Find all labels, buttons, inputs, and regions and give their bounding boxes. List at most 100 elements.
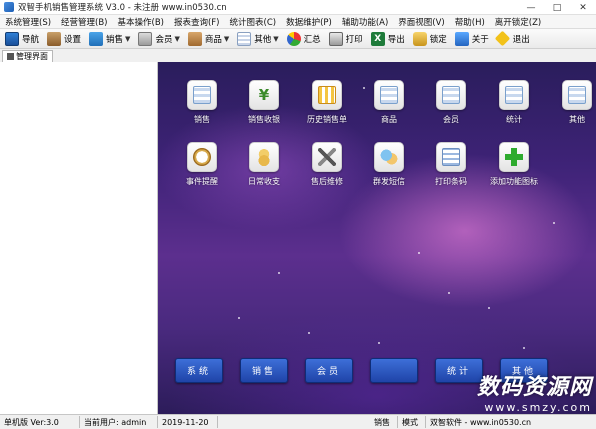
toolbar-other-button[interactable]: 其他 ▼ (234, 30, 281, 48)
toolbar-label: 关于 (471, 34, 489, 45)
tile-repair[interactable]: 售后维修 (292, 142, 362, 187)
sales-icon (89, 31, 104, 46)
tile-member[interactable]: 会员 (416, 80, 486, 125)
tile-label: 商品 (381, 115, 397, 124)
tile-statistics[interactable]: 统计 (479, 80, 549, 125)
tab-strip: 管理界面 (0, 50, 596, 62)
tile-label: 历史销售单 (307, 115, 347, 124)
tile-button[interactable] (187, 80, 217, 110)
tile-button[interactable] (187, 142, 217, 172)
tile-button[interactable] (499, 142, 529, 172)
menu-reports[interactable]: 报表查询(F) (169, 16, 225, 28)
maximize-button[interactable]: □ (544, 0, 570, 15)
star-decoration (278, 272, 280, 274)
menu-help[interactable]: 帮助(H) (450, 16, 490, 28)
tile-cashier[interactable]: ¥ 销售收银 (229, 80, 299, 125)
tile-button[interactable] (249, 142, 279, 172)
window-controls: — □ ✕ (518, 0, 596, 15)
toolbar-navigation-button[interactable]: 导航 (2, 30, 42, 48)
toolbar-settings-button[interactable]: 设置 (44, 30, 84, 48)
bottom-goods-button[interactable] (370, 358, 418, 383)
dropdown-arrow-icon[interactable]: ▼ (273, 35, 278, 43)
menu-view[interactable]: 界面视图(V) (393, 16, 449, 28)
menu-system[interactable]: 系统管理(S) (0, 16, 56, 28)
status-sales: 销售 (370, 416, 398, 428)
tile-add-function[interactable]: 添加功能图标 (479, 142, 549, 187)
status-mode: 模式 (398, 416, 426, 428)
toolbar-member-button[interactable]: 会员 ▼ (135, 30, 182, 48)
close-button[interactable]: ✕ (570, 0, 596, 15)
toolbar-export-button[interactable]: X 导出 (368, 30, 408, 48)
menu-basic-operations[interactable]: 基本操作(B) (113, 16, 169, 28)
bottom-statistics-button[interactable]: 统计 (435, 358, 483, 383)
tile-label: 添加功能图标 (490, 177, 538, 186)
dropdown-arrow-icon[interactable]: ▼ (125, 35, 130, 43)
tile-button[interactable]: ¥ (249, 80, 279, 110)
menu-charts[interactable]: 统计图表(C) (225, 16, 282, 28)
tile-daily-income[interactable]: 日常收支 (229, 142, 299, 187)
main-workspace: 销售 ¥ 销售收银 历史销售单 商品 会员 统计 其他 事件提醒 日常收支 售后… (158, 62, 596, 414)
tile-button[interactable] (374, 80, 404, 110)
toolbar-label: 会员 (155, 34, 173, 45)
menu-auxiliary[interactable]: 辅助功能(A) (337, 16, 393, 28)
tile-sms[interactable]: 群发短信 (354, 142, 424, 187)
tile-other[interactable]: 其他 (542, 80, 596, 125)
tile-button[interactable] (312, 142, 342, 172)
tile-button[interactable] (374, 142, 404, 172)
menu-bar: 系统管理(S) 经营管理(B) 基本操作(B) 报表查询(F) 统计图表(C) … (0, 15, 596, 29)
bottom-other-button[interactable]: 其他 (500, 358, 548, 383)
tile-label: 销售 (194, 115, 210, 124)
toolbar-label: 其他 (254, 34, 272, 45)
toolbar-label: 销售 (106, 34, 124, 45)
settings-icon (47, 31, 62, 46)
tile-history-orders[interactable]: 历史销售单 (292, 80, 362, 125)
dropdown-arrow-icon[interactable]: ▼ (174, 35, 179, 43)
watermark-url: www.smzy.com (484, 401, 592, 414)
minimize-button[interactable]: — (518, 0, 544, 15)
tab-management[interactable]: 管理界面 (2, 50, 53, 62)
tile-reminder[interactable]: 事件提醒 (167, 142, 237, 187)
menu-business[interactable]: 经营管理(B) (56, 16, 112, 28)
toolbar-print-button[interactable]: 打印 (326, 30, 366, 48)
tile-button[interactable] (562, 80, 592, 110)
status-spacer (218, 416, 370, 428)
menu-data-maintenance[interactable]: 数据维护(P) (281, 16, 337, 28)
daily-income-coins-icon (255, 148, 273, 166)
toolbar: 导航 设置 销售 ▼ 会员 ▼ 商品 ▼ 其他 ▼ 汇总 打印 X 导出 锁定 (0, 29, 596, 49)
toolbar-label: 锁定 (429, 34, 447, 45)
toolbar-label: 打印 (345, 34, 363, 45)
star-decoration (378, 342, 380, 344)
tile-button[interactable] (436, 80, 466, 110)
dropdown-arrow-icon[interactable]: ▼ (224, 35, 229, 43)
menu-leave-lock[interactable]: 离开锁定(Z) (490, 16, 546, 28)
toolbar-about-button[interactable]: 关于 (452, 30, 492, 48)
tile-label: 其他 (569, 115, 585, 124)
toolbar-goods-button[interactable]: 商品 ▼ (185, 30, 232, 48)
other-icon (237, 31, 252, 46)
toolbar-sales-button[interactable]: 销售 ▼ (86, 30, 133, 48)
tile-label: 事件提醒 (186, 177, 218, 186)
toolbar-label: 汇总 (303, 34, 321, 45)
status-version: 单机版 Ver:3.0 (0, 416, 80, 428)
tile-label: 售后维修 (311, 177, 343, 186)
status-date: 2019-11-20 (158, 416, 218, 428)
toolbar-summary-button[interactable]: 汇总 (284, 30, 324, 48)
tile-button[interactable] (499, 80, 529, 110)
toolbar-lock-button[interactable]: 锁定 (410, 30, 450, 48)
star-decoration (488, 307, 490, 309)
tab-label: 管理界面 (16, 52, 48, 61)
window-title: 双智手机销售管理系统 V3.0 - 未注册 www.in0530.cn (18, 3, 227, 13)
sales-grid-icon (193, 86, 211, 104)
status-company: 双智软件 - www.in0530.cn (430, 417, 532, 427)
tile-sales[interactable]: 销售 (167, 80, 237, 125)
tile-print-barcode[interactable]: 打印条码 (416, 142, 486, 187)
star-decoration (418, 252, 420, 254)
tile-button[interactable] (312, 80, 342, 110)
toolbar-exit-button[interactable]: 退出 (494, 30, 533, 48)
tile-button[interactable] (436, 142, 466, 172)
bottom-system-button[interactable]: 系统 (175, 358, 223, 383)
tile-label: 会员 (443, 115, 459, 124)
bottom-member-button[interactable]: 会员 (305, 358, 353, 383)
tile-goods[interactable]: 商品 (354, 80, 424, 125)
bottom-sales-button[interactable]: 销售 (240, 358, 288, 383)
